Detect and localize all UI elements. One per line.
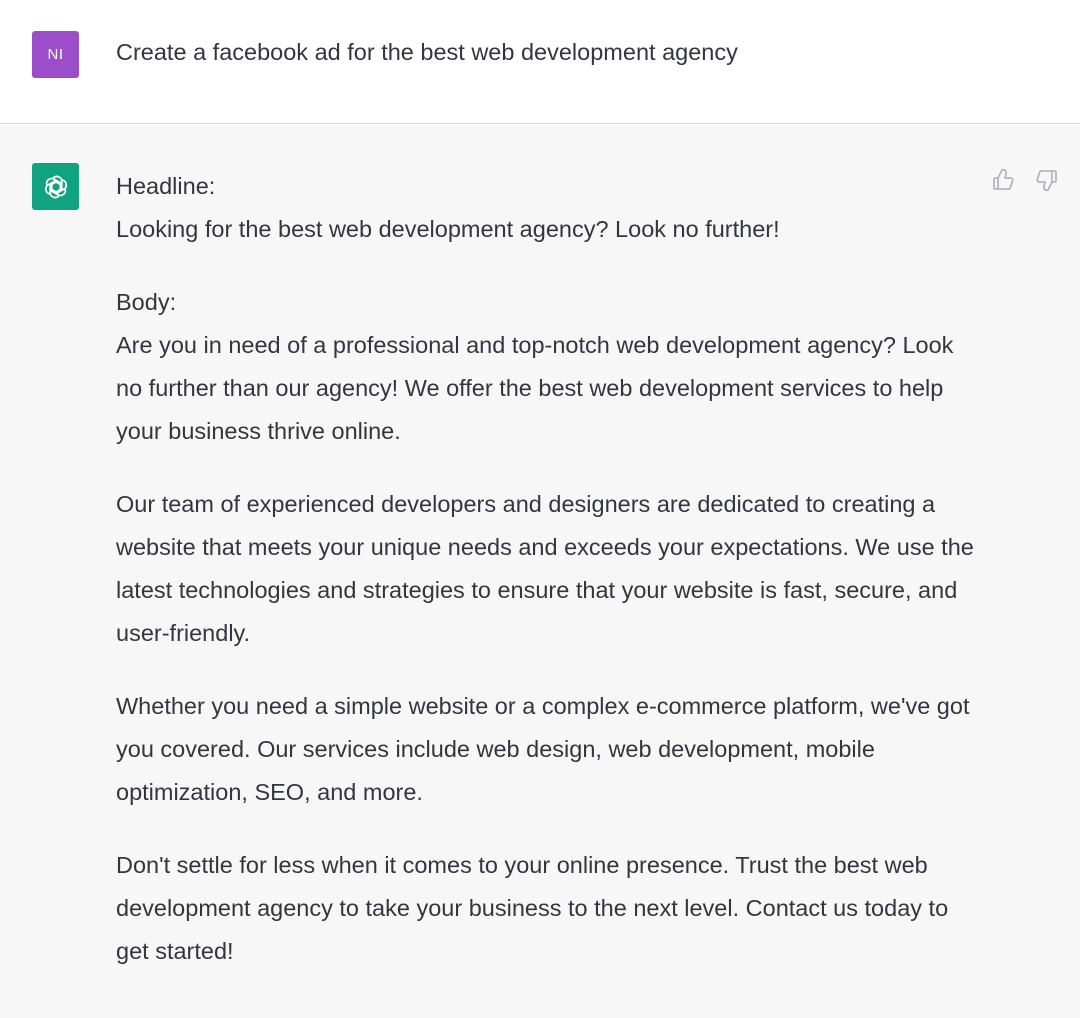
- assistant-message-text: Headline: Looking for the best web devel…: [116, 165, 986, 1003]
- user-message-text: Create a facebook ad for the best web de…: [116, 39, 738, 65]
- body-label: Body:: [116, 289, 177, 315]
- thumbs-down-button[interactable]: [1034, 167, 1060, 193]
- openai-logo-icon: [32, 163, 79, 210]
- feedback-buttons: [990, 167, 1060, 193]
- thumbs-up-button[interactable]: [990, 167, 1016, 193]
- body-paragraph: Our team of experienced developers and d…: [116, 491, 974, 646]
- thumbs-up-icon: [993, 168, 1014, 190]
- body-paragraph: Don't settle for less when it comes to y…: [116, 852, 949, 964]
- thumbs-down-icon: [1036, 170, 1057, 192]
- body-paragraph: Are you in need of a professional and to…: [116, 332, 954, 444]
- assistant-message-row: Headline: Looking for the best web devel…: [0, 125, 1080, 1018]
- chat-page: NI Create a facebook ad for the best web…: [0, 0, 1080, 1018]
- headline-text: Looking for the best web development age…: [116, 216, 780, 242]
- user-avatar: NI: [32, 31, 79, 78]
- body-paragraph: Whether you need a simple website or a c…: [116, 693, 970, 805]
- user-message-row: NI Create a facebook ad for the best web…: [0, 0, 1080, 124]
- headline-label: Headline:: [116, 173, 216, 199]
